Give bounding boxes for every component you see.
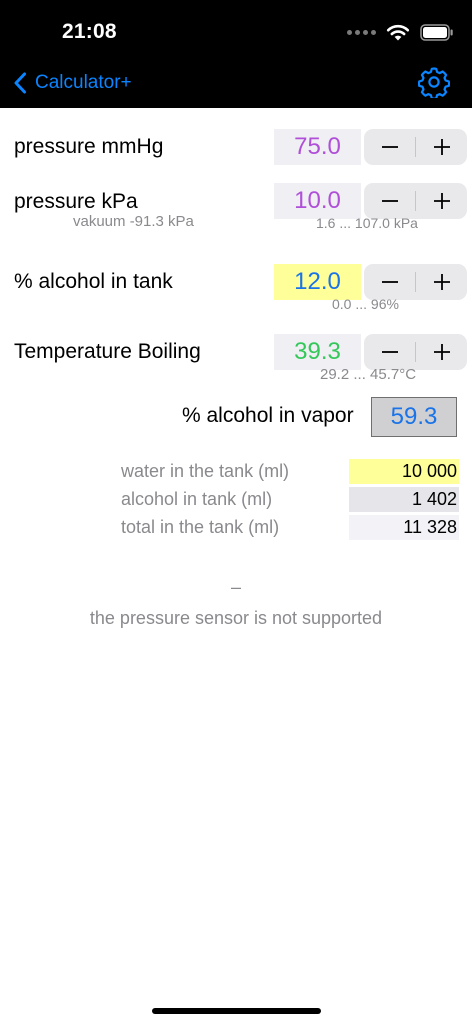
alcohol-tank-label: % alcohol in tank [14,270,173,293]
temperature-boiling-range: 29.2 ... 45.7°C [320,366,417,383]
alcohol-tank-value[interactable]: 12.0 [274,264,361,300]
pressure-mmhg-value[interactable]: 75.0 [274,129,361,165]
alcohol-tank-decrement-button[interactable] [364,264,415,300]
top-bar: 21:08 Calculator+ [0,0,472,108]
alcohol-volume-label: alcohol in tank (ml) [121,489,273,509]
minus-icon [381,146,398,148]
temperature-boiling-stepper [364,334,467,370]
pressure-kpa-decrement-button[interactable] [364,183,415,219]
signal-icon [347,29,376,35]
status-time: 21:08 [62,20,117,43]
temperature-boiling-value[interactable]: 39.3 [274,334,361,370]
water-tank-value[interactable]: 10 000 [349,459,459,484]
alcohol-vapor-value: 59.3 [371,397,457,437]
temperature-boiling-decrement-button[interactable] [364,334,415,370]
battery-icon [420,23,453,41]
pressure-mmhg-stepper [364,129,467,165]
pressure-kpa-value[interactable]: 10.0 [274,183,361,219]
temperature-boiling-increment-button[interactable] [416,334,467,370]
pressure-mmhg-increment-button[interactable] [416,129,467,165]
water-tank-label: water in the tank (ml) [121,461,290,481]
pressure-kpa-increment-button[interactable] [416,183,467,219]
plus-icon [433,193,450,209]
pressure-kpa-stepper [364,183,467,219]
chevron-left-icon [14,72,26,94]
total-tank-value: 11 328 [349,515,459,540]
alcohol-vapor-label: % alcohol in vapor [182,404,354,427]
minus-icon [381,281,398,283]
gear-icon[interactable] [418,66,450,98]
pressure-mmhg-decrement-button[interactable] [364,129,415,165]
alcohol-tank-increment-button[interactable] [416,264,467,300]
back-label: Calculator+ [35,72,132,93]
minus-icon [381,200,398,202]
alcohol-tank-range: 0.0 ... 96% [332,296,399,312]
footer-dash: – [230,577,241,597]
temperature-boiling-label: Temperature Boiling [14,340,201,363]
pressure-mmhg-label: pressure mmHg [14,135,164,158]
plus-icon [433,274,450,290]
back-button[interactable]: Calculator+ [13,68,132,98]
status-icons [347,21,454,43]
pressure-kpa-range: 1.6 ... 107.0 kPa [316,215,418,231]
plus-icon [433,139,450,155]
alcohol-tank-stepper [364,264,467,300]
sensor-status-message: the pressure sensor is not supported [89,608,383,628]
home-indicator[interactable] [152,1008,321,1014]
wifi-icon [386,24,410,41]
vacuum-note: vakuum -91.3 kPa [73,213,194,230]
pressure-kpa-label: pressure kPa [14,190,138,213]
plus-icon [433,344,450,360]
total-tank-label: total in the tank (ml) [121,517,280,537]
minus-icon [381,351,398,353]
alcohol-volume-value: 1 402 [349,487,459,512]
